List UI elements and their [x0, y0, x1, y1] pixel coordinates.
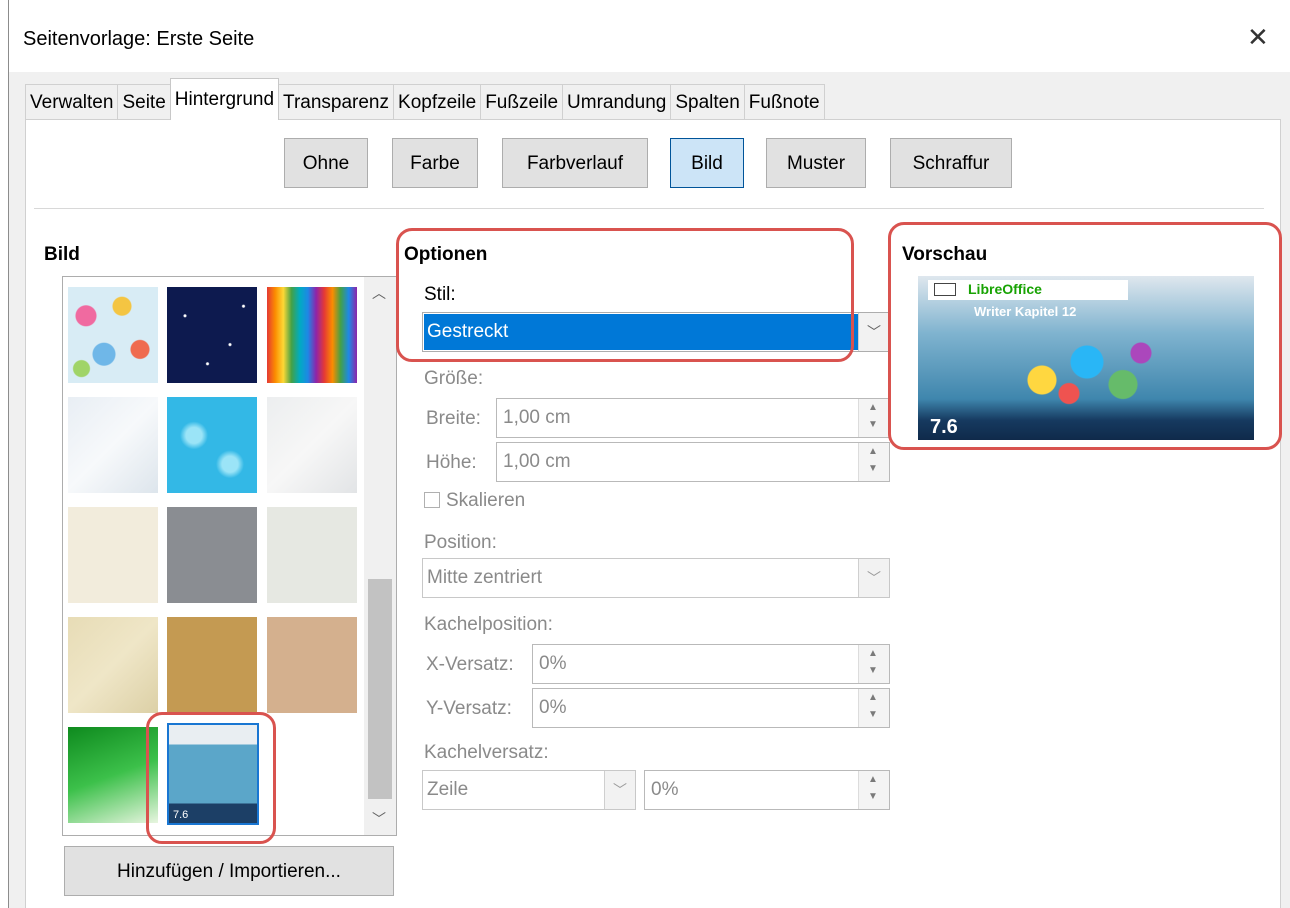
- kachelversatz-mode-value: Zeile: [427, 779, 469, 800]
- tab-transparenz[interactable]: Transparenz: [278, 84, 395, 120]
- chevron-down-icon[interactable]: ﹀: [858, 313, 889, 351]
- thumb-cardboard[interactable]: [267, 617, 357, 713]
- separator: [34, 208, 1264, 209]
- tab-hintergrund[interactable]: Hintergrund: [169, 78, 280, 120]
- y-versatz-label: Y-Versatz:: [426, 698, 512, 719]
- y-versatz-field[interactable]: 0% ▲ ▼: [532, 688, 890, 728]
- scroll-up-icon[interactable]: ︿: [372, 283, 386, 303]
- thumb-sand[interactable]: [167, 617, 257, 713]
- thumb-cream-paper[interactable]: [68, 507, 158, 603]
- position-label: Position:: [424, 532, 497, 553]
- highlight-selected-thumb: [146, 712, 276, 844]
- add-import-button[interactable]: Hinzufügen / Importieren...: [64, 846, 394, 896]
- tab-spalten[interactable]: Spalten: [670, 84, 745, 120]
- thumb-white-texture[interactable]: [267, 397, 357, 493]
- gallery-scrollbar[interactable]: ︿ ﹀: [364, 277, 396, 835]
- thumb-water[interactable]: [167, 397, 257, 493]
- x-versatz-spin[interactable]: ▲ ▼: [858, 645, 889, 683]
- thumb-white-fur[interactable]: [68, 397, 158, 493]
- title-bar: Seitenvorlage: Erste Seite ✕: [9, 0, 1290, 72]
- thumb-parchment[interactable]: [68, 617, 158, 713]
- kachelversatz-field[interactable]: 0% ▲ ▼: [644, 770, 890, 810]
- highlight-optionen: [396, 228, 854, 362]
- tab-fussnote[interactable]: Fußnote: [743, 84, 825, 120]
- tab-kopfzeile[interactable]: Kopfzeile: [393, 84, 482, 120]
- spin-down-icon[interactable]: ▼: [868, 665, 878, 676]
- scroll-down-icon[interactable]: ﹀: [372, 809, 386, 829]
- skalieren-checkbox[interactable]: [424, 492, 440, 508]
- kachelposition-label: Kachelposition:: [424, 614, 553, 635]
- muster-button[interactable]: Muster: [766, 138, 866, 188]
- thumb-light-paper[interactable]: [267, 507, 357, 603]
- spin-down-icon[interactable]: ▼: [868, 463, 878, 474]
- spin-up-icon[interactable]: ▲: [868, 446, 878, 457]
- spin-up-icon[interactable]: ▲: [868, 402, 878, 413]
- hoehe-value: 1,00 cm: [503, 451, 571, 472]
- scrollbar-thumb[interactable]: [368, 579, 392, 799]
- thumb-flowers[interactable]: [68, 287, 158, 383]
- tab-verwalten[interactable]: Verwalten: [25, 84, 119, 120]
- skalieren-label: Skalieren: [446, 490, 526, 511]
- chevron-down-icon[interactable]: ﹀: [604, 771, 635, 809]
- breite-spin[interactable]: ▲ ▼: [858, 399, 889, 437]
- spin-up-icon[interactable]: ▲: [868, 692, 878, 703]
- thumb-night-sky[interactable]: [167, 287, 257, 383]
- ohne-button[interactable]: Ohne: [284, 138, 368, 188]
- hoehe-label: Höhe:: [426, 452, 477, 473]
- kachelversatz-label: Kachelversatz:: [424, 742, 549, 763]
- spin-up-icon[interactable]: ▲: [868, 648, 878, 659]
- tab-bar: Verwalten Seite Hintergrund Transparenz …: [25, 78, 825, 120]
- hoehe-spin[interactable]: ▲ ▼: [858, 443, 889, 481]
- thumb-green-gradient[interactable]: [68, 727, 158, 823]
- breite-label: Breite:: [426, 408, 481, 429]
- thumb-gray-stone[interactable]: [167, 507, 257, 603]
- hoehe-field[interactable]: 1,00 cm ▲ ▼: [496, 442, 890, 482]
- x-versatz-value: 0%: [539, 653, 567, 674]
- y-versatz-spin[interactable]: ▲ ▼: [858, 689, 889, 727]
- window-title: Seitenvorlage: Erste Seite: [23, 28, 255, 50]
- x-versatz-field[interactable]: 0% ▲ ▼: [532, 644, 890, 684]
- bild-heading: Bild: [44, 244, 80, 265]
- highlight-vorschau: [888, 222, 1282, 450]
- groesse-label: Größe:: [424, 368, 484, 389]
- spin-down-icon[interactable]: ▼: [868, 709, 878, 720]
- kachelversatz-value: 0%: [651, 779, 679, 800]
- x-versatz-label: X-Versatz:: [426, 654, 514, 675]
- y-versatz-value: 0%: [539, 697, 567, 718]
- tab-fusszeile[interactable]: Fußzeile: [480, 84, 564, 120]
- tab-umrandung[interactable]: Umrandung: [562, 84, 672, 120]
- farbe-button[interactable]: Farbe: [392, 138, 478, 188]
- tab-seite[interactable]: Seite: [117, 84, 171, 120]
- schraffur-button[interactable]: Schraffur: [890, 138, 1012, 188]
- spin-up-icon[interactable]: ▲: [868, 774, 878, 785]
- spin-down-icon[interactable]: ▼: [868, 791, 878, 802]
- breite-value: 1,00 cm: [503, 407, 571, 428]
- farbverlauf-button[interactable]: Farbverlauf: [502, 138, 648, 188]
- position-combo[interactable]: Mitte zentriert ﹀: [422, 558, 890, 598]
- spin-down-icon[interactable]: ▼: [868, 419, 878, 430]
- position-value: Mitte zentriert: [427, 567, 543, 588]
- close-icon[interactable]: ✕: [1247, 24, 1269, 50]
- kachelversatz-spin[interactable]: ▲ ▼: [858, 771, 889, 809]
- thumb-color-stripes[interactable]: [267, 287, 357, 383]
- kachelversatz-mode-combo[interactable]: Zeile ﹀: [422, 770, 636, 810]
- chevron-down-icon[interactable]: ﹀: [858, 559, 889, 597]
- bild-button[interactable]: Bild: [670, 138, 744, 188]
- breite-field[interactable]: 1,00 cm ▲ ▼: [496, 398, 890, 438]
